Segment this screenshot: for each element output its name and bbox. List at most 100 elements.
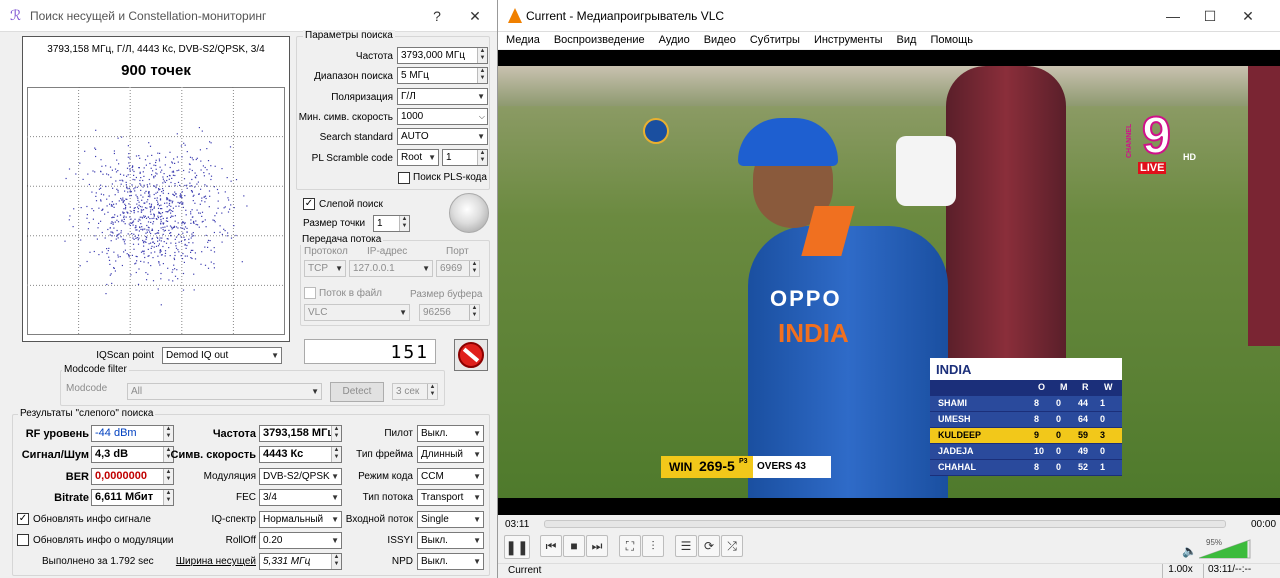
seconds-spinner[interactable]: ▲ ▼: [427, 384, 437, 399]
port-spinner[interactable]: ▲ ▼: [469, 261, 479, 276]
polarization-select[interactable]: Г/Л ▼: [397, 88, 488, 105]
npd-value: Выкл.: [421, 556, 448, 567]
counter-display: 151: [304, 339, 436, 364]
seek-bar[interactable]: [544, 520, 1226, 528]
iqscan-select[interactable]: Demod IQ out ▼: [162, 347, 282, 364]
mod-select[interactable]: DVB-S2/QPSK ▼: [259, 468, 342, 485]
chevron-down-icon: ▼: [477, 132, 485, 141]
menu-item-7[interactable]: Помощь: [930, 34, 973, 46]
seconds-input[interactable]: 3 сек ▲ ▼: [392, 383, 438, 400]
fec-select[interactable]: 3/4 ▼: [259, 489, 342, 506]
update-modulation-checkbox[interactable]: [17, 534, 29, 546]
chevron-down-icon: ▼: [473, 493, 481, 502]
modcode-select[interactable]: All ▼: [127, 383, 322, 400]
codemode-select[interactable]: CCM ▼: [417, 468, 484, 485]
frequency-input[interactable]: 3793,000 МГц ▲ ▼: [397, 47, 488, 64]
extended-settings-icon[interactable]: ⫶: [642, 535, 664, 557]
playlist-icon[interactable]: ☰: [675, 535, 697, 557]
player-select[interactable]: VLC ▼: [304, 304, 410, 321]
scoreboard-cell: 0: [1056, 462, 1062, 472]
pilot-select[interactable]: Выкл. ▼: [417, 425, 484, 442]
min-symrate-select[interactable]: 1000 ⌵: [397, 108, 488, 125]
scoreboard-cell: 64: [1078, 414, 1089, 424]
streamtype-select[interactable]: Transport ▼: [417, 489, 484, 506]
pause-button[interactable]: ❚❚: [504, 535, 530, 559]
detect-button[interactable]: Detect: [330, 382, 384, 402]
menu-item-3[interactable]: Видео: [704, 34, 736, 46]
stream-to-file-checkbox[interactable]: [304, 287, 316, 299]
constellation-plot[interactable]: [27, 87, 285, 335]
win-label: WIN: [669, 460, 693, 474]
menu-item-1[interactable]: Воспроизведение: [554, 34, 645, 46]
video-area[interactable]: OPPO INDIA CHANNEL 9 HD LIVE INDIA O M R W …: [498, 50, 1280, 515]
pls-search-checkbox[interactable]: [398, 172, 410, 184]
iq-value: Нормальный: [263, 514, 324, 525]
iq-select[interactable]: Нормальный ▼: [259, 511, 342, 528]
close-button[interactable]: ✕: [460, 3, 490, 29]
satellite-dish-icon[interactable]: [449, 193, 489, 233]
chevron-down-icon: ▼: [331, 472, 339, 481]
ip-select[interactable]: 127.0.0.1 ▼: [349, 260, 433, 277]
blind-search-checkbox[interactable]: ✓: [303, 198, 315, 210]
protocol-select[interactable]: TCP ▼: [304, 260, 346, 277]
rolloff-select[interactable]: 0.20 ▼: [259, 532, 342, 549]
range-spinner[interactable]: ▲ ▼: [477, 68, 487, 83]
elapsed-label: Выполнено за 1.792 sec: [42, 556, 154, 567]
scoreboard-cell: CHAHAL: [938, 462, 976, 472]
shuffle-icon[interactable]: ⤮: [721, 535, 743, 557]
frame-select[interactable]: Длинный ▼: [417, 446, 484, 463]
scoreboard-row: SHAMI 8 0 44 1: [930, 396, 1122, 411]
range-input[interactable]: 5 МГц ▲ ▼: [397, 67, 488, 84]
result-symrate-spinner[interactable]: ▲ ▼: [331, 447, 341, 462]
menu-item-0[interactable]: Медиа: [506, 34, 540, 46]
frequency-spinner[interactable]: ▲ ▼: [477, 48, 487, 63]
point-size-input[interactable]: 1 ▲ ▼: [373, 215, 410, 232]
minimize-button[interactable]: —: [1158, 3, 1188, 29]
input-stream-select[interactable]: Single ▼: [417, 511, 484, 528]
menu-item-6[interactable]: Вид: [897, 34, 917, 46]
stop-icon[interactable]: ■: [563, 535, 585, 557]
chevron-down-icon: ▼: [422, 264, 430, 273]
seconds-value: 3 сек: [396, 386, 420, 397]
close-button[interactable]: ✕: [1233, 3, 1263, 29]
ber-spinner[interactable]: ▲ ▼: [163, 469, 173, 484]
maximize-button[interactable]: ☐: [1195, 3, 1225, 29]
buffer-input[interactable]: 96256 ▲ ▼: [419, 304, 480, 321]
bandwidth-spinner[interactable]: ▲ ▼: [331, 554, 341, 569]
window-title: Поиск несущей и Constellation-мониторинг: [30, 9, 267, 23]
plscramble-input[interactable]: 1 ▲ ▼: [442, 149, 488, 166]
min-symrate-value: 1000: [401, 111, 424, 122]
help-button[interactable]: ?: [422, 3, 452, 29]
streamtype-value: Transport: [421, 492, 464, 503]
plscramble-mode-select[interactable]: Root ▼: [397, 149, 439, 166]
menu-item-5[interactable]: Инструменты: [814, 34, 883, 46]
npd-select[interactable]: Выкл. ▼: [417, 553, 484, 570]
next-icon[interactable]: ⏭: [586, 535, 608, 557]
menu-item-2[interactable]: Аудио: [659, 34, 690, 46]
constellation-header: 3793,158 МГц, Г/Л, 4443 Кс, DVB-S2/QPSK,…: [47, 44, 265, 55]
pilot-value: Выкл.: [421, 428, 448, 439]
stop-button[interactable]: [454, 339, 488, 371]
volume-slider[interactable]: [1199, 539, 1251, 559]
loop-icon[interactable]: ⟳: [698, 535, 720, 557]
update-signal-checkbox[interactable]: ✓: [17, 513, 29, 525]
buffer-spinner[interactable]: ▲ ▼: [469, 305, 479, 320]
speaker-icon[interactable]: 🔈: [1182, 544, 1197, 558]
port-input[interactable]: 6969 ▲ ▼: [436, 260, 480, 277]
rf-spinner[interactable]: ▲ ▼: [163, 426, 173, 441]
scoreboard-cell: UMESH: [938, 414, 971, 424]
plscramble-spinner[interactable]: ▲ ▼: [477, 150, 487, 165]
fullscreen-icon[interactable]: ⛶: [619, 535, 641, 557]
playback-speed[interactable]: 1.00x: [1162, 564, 1198, 578]
standard-select[interactable]: AUTO ▼: [397, 128, 488, 145]
snr-value: 4,3 dB: [95, 448, 129, 460]
bitrate-spinner[interactable]: ▲ ▼: [163, 490, 173, 505]
previous-icon[interactable]: ⏮: [540, 535, 562, 557]
result-freq-value: 3793,158 МГц: [263, 427, 335, 439]
scoreboard: INDIA O M R W SHAMI 8 0 44 1 UMESH 8 0 64 0 KULDEEP 9 0…: [930, 358, 1122, 476]
point-size-spinner[interactable]: ▲ ▼: [399, 216, 409, 231]
scoreboard-cell: 0: [1056, 414, 1062, 424]
issyi-select[interactable]: Выкл. ▼: [417, 532, 484, 549]
menu-item-4[interactable]: Субтитры: [750, 34, 800, 46]
result-freq-spinner[interactable]: ▲ ▼: [331, 426, 341, 441]
